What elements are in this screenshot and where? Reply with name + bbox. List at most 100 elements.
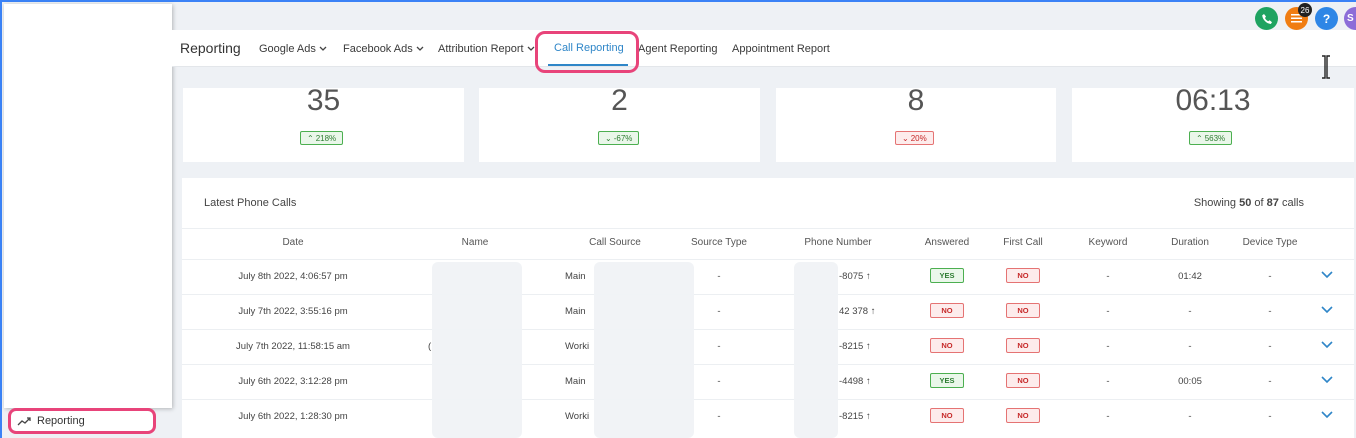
source-type: - [717, 341, 721, 352]
duration: - [1188, 411, 1192, 422]
stat-card-2: 2 ⌄ -67% [479, 84, 760, 162]
tab-google-ads[interactable]: Google Ads [259, 43, 327, 55]
column-header-duration[interactable]: Duration [1171, 237, 1209, 248]
trending-up-icon [17, 416, 31, 426]
arrow-up-icon: ↑ [865, 341, 871, 352]
chevron-down-icon[interactable] [1320, 374, 1334, 386]
call-date: July 7th 2022, 11:58:15 am [236, 341, 350, 352]
first-call-badge: NO [1006, 338, 1040, 353]
table-row[interactable]: July 8th 2022, 4:06:57 pm Main - -8075 ↑ YES… [182, 259, 1354, 295]
table-row[interactable]: July 7th 2022, 3:55:16 pm Main - 42 378 ↑ NO… [182, 294, 1354, 330]
table-row[interactable]: July 6th 2022, 3:12:28 pm Main - -4498 ↑ YES… [182, 364, 1354, 400]
answered-badge: YES [930, 373, 964, 388]
phone-number: -8075 ↑ [839, 271, 871, 282]
keyword: - [1106, 306, 1110, 317]
call-source: Main [565, 376, 586, 387]
source-type: - [717, 306, 721, 317]
phone-number: -8215 ↑ [839, 411, 871, 422]
stat-card-4: 06:13 ⌃ 563% [1072, 84, 1354, 162]
chevron-down-icon[interactable] [1320, 269, 1334, 281]
call-date: July 6th 2022, 1:28:30 pm [238, 411, 348, 422]
reporting-header: Reporting Google Ads Facebook Ads Attrib… [172, 30, 1356, 67]
answered-badge: NO [930, 408, 964, 423]
sidebar-item-label: Reporting [37, 415, 85, 427]
column-header-answered[interactable]: Answered [925, 237, 969, 248]
latest-phone-calls-panel: Latest Phone Calls Showing 50 of 87 call… [182, 178, 1354, 438]
frame-border-left [0, 0, 2, 438]
arrow-up-icon: ↑ [865, 376, 871, 387]
column-header-source-type[interactable]: Source Type [691, 237, 747, 248]
help-icon[interactable]: ? [1315, 7, 1338, 30]
chevron-up-icon: ⌃ [307, 133, 314, 143]
keyword: - [1106, 271, 1110, 282]
device-type: - [1268, 341, 1272, 352]
tab-appointment-report[interactable]: Appointment Report [732, 43, 830, 55]
stat-change-badge: ⌃ 563% [1189, 131, 1233, 145]
chevron-down-icon[interactable] [1320, 304, 1334, 316]
call-source: Worki [565, 341, 590, 352]
keyword: - [1106, 341, 1110, 352]
call-source: Worki [565, 411, 590, 422]
call-source: Main [565, 271, 586, 282]
redacted-names [432, 262, 522, 438]
table-row[interactable]: July 6th 2022, 1:28:30 pm Worki - -8215 ↑ NO… [182, 399, 1354, 435]
device-type: - [1268, 271, 1272, 282]
chevron-up-icon: ⌃ [1196, 133, 1203, 143]
text-cursor-icon [1322, 55, 1330, 79]
device-type: - [1268, 306, 1272, 317]
chevron-down-icon [527, 44, 535, 54]
frame-border-top [0, 0, 1356, 2]
table-row[interactable]: July 7th 2022, 11:58:15 am ( Worki - -8215 ↑… [182, 329, 1354, 365]
column-header-date[interactable]: Date [282, 237, 303, 248]
tab-attribution-report[interactable]: Attribution Report [438, 43, 535, 55]
phone-number: -4498 ↑ [839, 376, 871, 387]
phone-number: 42 378 ↑ [839, 306, 876, 317]
arrow-up-icon: ↑ [870, 306, 876, 317]
stat-value: 35 [306, 84, 341, 117]
stat-value: 2 [611, 84, 628, 117]
source-type: - [717, 376, 721, 387]
column-header-call-source[interactable]: Call Source [589, 237, 641, 248]
tab-facebook-ads[interactable]: Facebook Ads [343, 43, 424, 55]
answered-badge: NO [930, 303, 964, 318]
answered-badge: YES [930, 268, 964, 283]
sidebar-item-reporting[interactable]: Reporting [8, 408, 156, 434]
avatar[interactable]: S [1344, 7, 1356, 30]
column-header-phone-number[interactable]: Phone Number [804, 237, 871, 248]
device-type: - [1268, 411, 1272, 422]
answered-badge: NO [930, 338, 964, 353]
column-header-device-type[interactable]: Device Type [1243, 237, 1298, 248]
column-header-keyword[interactable]: Keyword [1089, 237, 1128, 248]
call-source: Main [565, 306, 586, 317]
phone-number: -8215 ↑ [839, 341, 871, 352]
duration: 00:05 [1178, 376, 1202, 387]
divider [182, 228, 1354, 229]
active-tab-highlight [535, 31, 639, 73]
column-header-first-call[interactable]: First Call [1003, 237, 1042, 248]
stat-card-3: 8 ⌄ 20% [776, 86, 1056, 162]
tab-agent-reporting[interactable]: Agent Reporting [638, 43, 718, 55]
showing-count-text: Showing 50 of 87 calls [1193, 197, 1304, 209]
arrow-up-icon: ↑ [865, 411, 871, 422]
column-header-name[interactable]: Name [462, 237, 489, 248]
panel-title: Latest Phone Calls [204, 197, 297, 209]
redacted-call-source [594, 262, 694, 438]
stat-value: 06:13 [1175, 84, 1251, 117]
redacted-phone-numbers [794, 262, 838, 438]
arrow-up-icon: ↑ [865, 271, 871, 282]
first-call-badge: NO [1006, 373, 1040, 388]
chevron-down-icon [319, 44, 327, 54]
duration: - [1188, 341, 1192, 352]
chevron-down-icon[interactable] [1320, 409, 1334, 421]
keyword: - [1106, 376, 1110, 387]
keyword: - [1106, 411, 1110, 422]
phone-icon[interactable] [1255, 7, 1278, 30]
stat-change-badge: ⌃ 218% [300, 131, 344, 145]
chevron-down-icon[interactable] [1320, 339, 1334, 351]
page-title: Reporting [180, 40, 241, 56]
source-type: - [717, 271, 721, 282]
sidebar-menu [4, 4, 172, 408]
first-call-badge: NO [1006, 303, 1040, 318]
call-date: July 6th 2022, 3:12:28 pm [238, 376, 348, 387]
caller-name: ( [428, 341, 432, 352]
